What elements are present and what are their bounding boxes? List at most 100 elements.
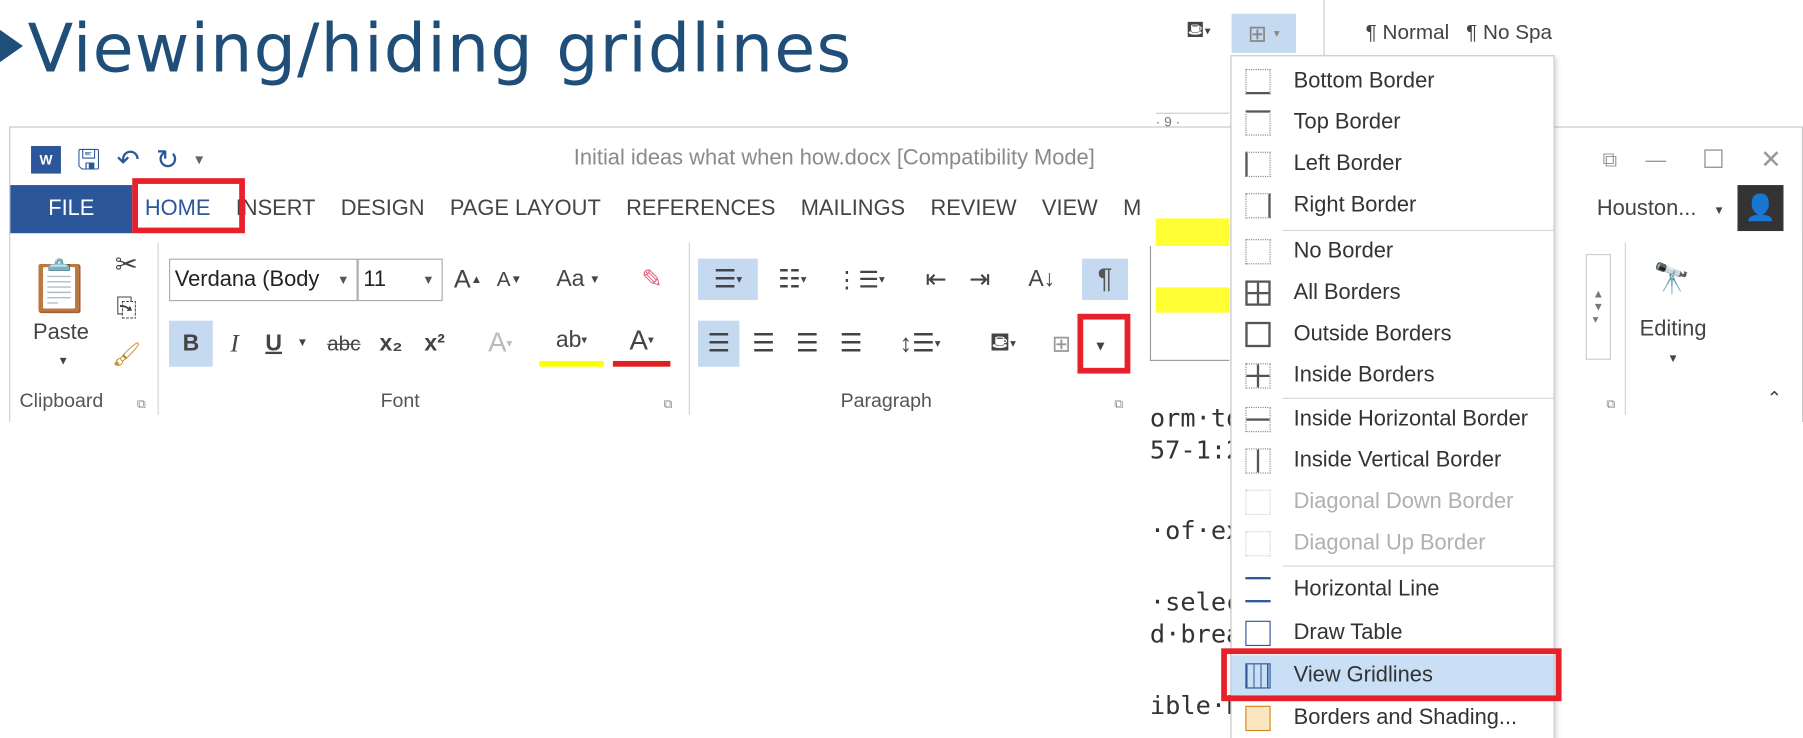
tab-review[interactable]: REVIEW [918,185,1029,233]
menu-item-horizontal-line[interactable]: Horizontal Line [1232,569,1554,610]
show-formatting-marks-icon[interactable]: ¶ [1082,258,1129,301]
tab-insert[interactable]: INSERT [223,185,328,233]
font-color-icon[interactable]: A ▾ [612,321,671,367]
tab-page-layout[interactable]: PAGE LAYOUT [437,185,613,233]
customize-qat-icon[interactable]: ▾ [195,151,203,169]
subscript-button[interactable]: x₂ [371,321,410,367]
menu-item-borders-and-shading[interactable]: Borders and Shading... [1232,698,1554,738]
shading-icon[interactable]: ⛾ ▾ [974,321,1031,367]
shading-icon-secondary[interactable]: ⛾ ▾ [1172,14,1225,48]
menu-item-view-gridlines[interactable]: View Gridlines [1231,655,1554,697]
strikethrough-button[interactable]: abc [319,321,370,367]
line-spacing-icon[interactable]: ↕☰ ▾ [891,321,948,367]
menu-item-all-borders[interactable]: All Borders [1232,272,1554,313]
avatar[interactable]: 👤 [1737,185,1784,232]
close-icon[interactable]: ✕ [1754,144,1788,176]
italic-button[interactable]: I [217,321,251,367]
font-size-dropdown-icon[interactable]: ▼ [422,273,435,287]
sort-icon[interactable]: A↓ [1022,259,1061,300]
editing-button[interactable]: Editing [1629,316,1716,344]
bullets-button[interactable]: ☰ ▾ [697,258,758,301]
paste-button[interactable]: Paste [26,321,95,346]
format-painter-icon[interactable]: 🖌 [109,337,143,371]
secondary-toolbar: ⛾ ▾ ⊞ ▾ ¶ Normal ¶ No Spa [1155,0,1803,56]
font-name-combo[interactable]: Verdana (Body ▼ [169,258,358,302]
save-icon[interactable]: 🖫 [77,146,101,174]
highlight-color-icon[interactable]: ab ▾ [539,321,604,367]
slide-title: Viewing/hiding gridlines [0,9,852,87]
menu-item-outside-borders[interactable]: Outside Borders [1232,314,1554,355]
paste-icon[interactable]: 📋 [28,254,91,318]
menu-item-inside-borders[interactable]: Inside Borders [1232,355,1554,396]
tab-design[interactable]: DESIGN [328,185,437,233]
user-dropdown-icon[interactable]: ▼ [1710,197,1728,225]
font-launcher-icon[interactable]: ⧉ [663,397,672,413]
underline-button[interactable]: U [256,321,290,367]
paragraph-group-label: Paragraph [840,389,932,412]
tab-view[interactable]: VIEW [1029,185,1110,233]
multilevel-list-icon[interactable]: ⋮☰ ▾ [829,259,891,300]
paste-dropdown-icon[interactable]: ▼ [52,353,75,369]
numbering-icon[interactable]: ☷ ▾ [765,259,820,300]
style-no-spacing[interactable]: ¶ No Spa [1466,16,1569,48]
editing-dropdown-icon[interactable]: ▼ [1662,351,1685,367]
collapse-ribbon-icon[interactable]: ⌃ [1763,387,1786,410]
redo-icon[interactable]: ↻ [156,146,179,174]
align-left-icon[interactable]: ☰ [697,320,740,367]
ribbon-display-options-icon[interactable]: ⧉ [1593,144,1627,176]
diagonal-down-border-icon [1245,489,1271,515]
styles-scroll-icon[interactable]: ▲ ▼ ▾ [1585,254,1612,360]
superscript-button[interactable]: x² [415,321,454,367]
clear-formatting-icon[interactable]: ✎ [636,259,668,300]
undo-icon[interactable]: ↶ [117,146,140,174]
tab-mailings[interactable]: MAILINGS [788,185,918,233]
tab-more[interactable]: M [1110,185,1153,233]
style-normal[interactable]: ¶ Normal [1344,16,1470,48]
shrink-font-icon[interactable]: A ▼ [493,259,525,300]
menu-item-inside-horizontal-border[interactable]: Inside Horizontal Border [1232,399,1554,440]
increase-indent-icon[interactable]: ⇥ [960,259,999,300]
styles-launcher-icon[interactable]: ⧉ [1606,397,1615,413]
align-right-icon[interactable]: ☰ [788,321,827,367]
borders-dropdown-menu: Bottom Border Top Border Left Border Rig… [1230,55,1555,738]
underline-dropdown-icon[interactable]: ▼ [293,325,311,359]
menu-item-right-border[interactable]: Right Border [1232,185,1554,226]
menu-item-no-border[interactable]: No Border [1232,231,1554,272]
maximize-icon[interactable]: ☐ [1696,144,1730,176]
user-name[interactable]: Houston... [1583,190,1709,229]
cut-icon[interactable]: ✂ [109,247,143,281]
borders-icon[interactable]: ⊞ [1045,321,1077,367]
menu-item-draw-table[interactable]: Draw Table [1232,613,1554,654]
minimize-icon[interactable]: — [1639,144,1673,176]
menu-label: Borders and Shading... [1293,705,1518,730]
menu-item-diagonal-up-border[interactable]: Diagonal Up Border [1232,523,1554,564]
decrease-indent-icon[interactable]: ⇤ [916,259,955,300]
bold-button[interactable]: B [169,320,213,367]
menu-item-bottom-border[interactable]: Bottom Border [1232,61,1554,102]
menu-item-top-border[interactable]: Top Border [1232,102,1554,143]
grow-font-icon[interactable]: A ▲ [452,259,484,300]
paragraph-launcher-icon[interactable]: ⧉ [1114,397,1123,413]
menu-item-diagonal-down-border[interactable]: Diagonal Down Border [1232,482,1554,523]
highlighted-line [1155,218,1230,246]
clipboard-launcher-icon[interactable]: ⧉ [137,397,146,413]
borders-dropdown-icon[interactable]: ▼ [1080,325,1121,366]
text-effects-icon[interactable]: A ▾ [475,321,526,367]
all-borders-icon [1245,280,1271,306]
tab-references[interactable]: REFERENCES [613,185,788,233]
tab-file[interactable]: FILE [10,185,133,234]
change-case-button[interactable]: Aa ▼ [549,259,609,300]
doc-text-fragment: ·selec [1149,588,1242,618]
menu-item-inside-vertical-border[interactable]: Inside Vertical Border [1232,440,1554,481]
align-center-icon[interactable]: ☰ [744,321,783,367]
font-size-combo[interactable]: 11 ▼ [357,258,443,302]
find-binoculars-icon[interactable]: 🔭 [1643,252,1700,305]
copy-icon[interactable]: ⎘ [109,291,143,325]
tab-home[interactable]: HOME [132,185,223,233]
justify-icon[interactable]: ☰ [831,321,870,367]
menu-item-left-border[interactable]: Left Border [1232,144,1554,185]
borders-button-secondary[interactable]: ⊞ ▾ [1231,13,1296,53]
bottom-border-icon [1245,68,1271,95]
word-logo-icon: W [31,145,61,174]
font-name-dropdown-icon[interactable]: ▼ [337,273,350,287]
